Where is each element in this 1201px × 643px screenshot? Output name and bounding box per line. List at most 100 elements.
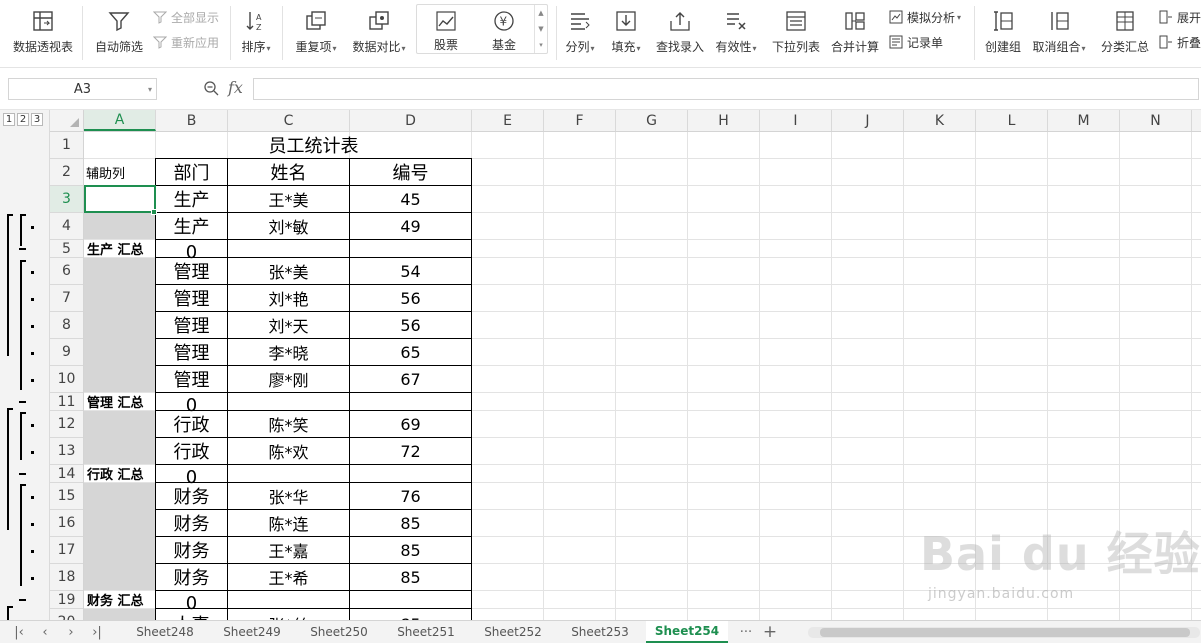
last-sheet-icon[interactable]: ›| [88, 623, 106, 641]
column-header-a[interactable]: A [84, 110, 156, 131]
cell-d17[interactable]: 85 [350, 537, 471, 563]
cell-b3[interactable]: 生产 [156, 186, 227, 212]
header-number[interactable]: 编号 [350, 159, 471, 185]
active-cell-a3[interactable] [84, 185, 156, 213]
cell-d10[interactable]: 67 [350, 366, 471, 392]
scrollbar-thumb[interactable] [820, 628, 1190, 637]
helper-cell-a4[interactable] [84, 213, 155, 239]
column-header-f[interactable]: F [544, 110, 616, 131]
collapse-detail-button[interactable]: 折叠 [1158, 32, 1201, 52]
add-sheet-icon[interactable]: + [760, 622, 780, 642]
ungroup-button[interactable]: 取消组合▾ [1030, 4, 1088, 62]
sheet-tab-254[interactable]: Sheet254 [646, 621, 728, 643]
row-header-3[interactable]: 3 [50, 186, 83, 213]
column-header-e[interactable]: E [472, 110, 544, 131]
cell-c10[interactable]: 廖*刚 [228, 366, 349, 392]
cell-b17[interactable]: 财务 [156, 537, 227, 563]
record-form-button[interactable]: 记录单 [888, 32, 943, 52]
outline-collapse-button[interactable] [19, 473, 26, 475]
fill-button[interactable]: 填充▾ [608, 4, 644, 62]
cell-c8[interactable]: 刘*天 [228, 312, 349, 338]
cell-c18[interactable]: 王*希 [228, 564, 349, 590]
cell-d3[interactable]: 45 [350, 186, 471, 212]
fx-icon[interactable]: fx [228, 78, 243, 97]
sheet-tab-248[interactable]: Sheet248 [126, 621, 204, 643]
column-header-b[interactable]: B [156, 110, 228, 131]
auto-filter-button[interactable]: 自动筛选 [92, 4, 146, 62]
cell-b16[interactable]: 财务 [156, 510, 227, 536]
column-header-g[interactable]: G [616, 110, 688, 131]
name-box[interactable]: A3 ▾ [8, 78, 157, 100]
sheet-tab-249[interactable]: Sheet249 [213, 621, 291, 643]
sheet-tab-252[interactable]: Sheet252 [474, 621, 552, 643]
row-header-18[interactable]: 18 [50, 564, 83, 591]
column-header-d[interactable]: D [350, 110, 472, 131]
column-header-l[interactable]: L [976, 110, 1048, 131]
gallery-scroll[interactable]: ▲ ▼ ▾ [534, 5, 547, 53]
row-header-4[interactable]: 4 [50, 213, 83, 240]
cell-c7[interactable]: 刘*艳 [228, 285, 349, 311]
helper-cells-a15-a18[interactable] [84, 483, 155, 590]
row-header-1[interactable]: 1 [50, 132, 83, 159]
row-header-16[interactable]: 16 [50, 510, 83, 537]
pivot-table-button[interactable]: 数据透视表 [10, 4, 76, 62]
column-header-k[interactable]: K [904, 110, 976, 131]
header-department[interactable]: 部门 [156, 159, 227, 185]
row-header-19[interactable]: 19 [50, 591, 83, 609]
helper-column-label[interactable]: 辅助列 [86, 159, 155, 185]
cell-c12[interactable]: 陈*笑 [228, 411, 349, 437]
next-sheet-icon[interactable]: › [62, 623, 80, 641]
chevron-down-icon[interactable]: ▾ [148, 85, 152, 94]
cell-d20[interactable]: 85 [350, 611, 471, 621]
cell-c17[interactable]: 王*嘉 [228, 537, 349, 563]
row-header-8[interactable]: 8 [50, 312, 83, 339]
what-if-button[interactable]: 模拟分析 ▾ [888, 7, 961, 27]
row-header-14[interactable]: 14 [50, 465, 83, 483]
cell-b19[interactable]: 0 [156, 593, 227, 614]
sheet-tab-250[interactable]: Sheet250 [300, 621, 378, 643]
cell-d8[interactable]: 56 [350, 312, 471, 338]
split-button[interactable]: 分列▾ [562, 4, 598, 62]
column-header-m[interactable]: M [1048, 110, 1120, 131]
column-header-h[interactable]: H [688, 110, 760, 131]
cell-c20[interactable]: 张*丝 [228, 611, 349, 620]
row-header-17[interactable]: 17 [50, 537, 83, 564]
outline-level-3-button[interactable]: 3 [31, 113, 43, 126]
more-sheets-button[interactable]: ··· [736, 623, 756, 641]
validation-button[interactable]: 有效性▾ [712, 4, 760, 62]
cell-b20[interactable]: 人事 [156, 611, 227, 620]
cell-c15[interactable]: 张*华 [228, 483, 349, 509]
cell-b10[interactable]: 管理 [156, 366, 227, 392]
helper-cells-a12-a13[interactable] [84, 411, 155, 464]
row-header-10[interactable]: 10 [50, 366, 83, 393]
cell-d15[interactable]: 76 [350, 483, 471, 509]
reapply-button[interactable]: 重新应用 [152, 32, 219, 52]
cell-d4[interactable]: 49 [350, 213, 471, 239]
consolidate-button[interactable]: 合并计算 [828, 4, 882, 62]
cell-c9[interactable]: 李*晓 [228, 339, 349, 365]
row-header-12[interactable]: 12 [50, 411, 83, 438]
cell-b9[interactable]: 管理 [156, 339, 227, 365]
lookup-entry-button[interactable]: 查找录入 [652, 4, 708, 62]
outline-collapse-button[interactable] [19, 599, 26, 601]
cell-b7[interactable]: 管理 [156, 285, 227, 311]
cell-d13[interactable]: 72 [350, 438, 471, 464]
cell-b4[interactable]: 生产 [156, 213, 227, 239]
compare-button[interactable]: 数据对比▾ [350, 4, 408, 62]
fund-button[interactable]: ¥ 基金 [475, 5, 533, 53]
cell-c13[interactable]: 陈*欢 [228, 438, 349, 464]
column-header-n[interactable]: N [1120, 110, 1192, 131]
cell-b13[interactable]: 行政 [156, 438, 227, 464]
cell-d9[interactable]: 65 [350, 339, 471, 365]
cell-c3[interactable]: 王*美 [228, 186, 349, 212]
column-header-j[interactable]: J [832, 110, 904, 131]
row-header-5[interactable]: 5 [50, 240, 83, 258]
cell-b18[interactable]: 财务 [156, 564, 227, 590]
formula-input[interactable] [253, 78, 1199, 100]
sheet-title[interactable]: 员工统计表 [155, 132, 472, 158]
outline-collapse-button[interactable] [19, 248, 26, 250]
row-header-13[interactable]: 13 [50, 438, 83, 465]
header-name[interactable]: 姓名 [228, 159, 349, 185]
expand-detail-button[interactable]: 展开 [1158, 7, 1201, 27]
zoom-icon[interactable] [203, 80, 219, 100]
